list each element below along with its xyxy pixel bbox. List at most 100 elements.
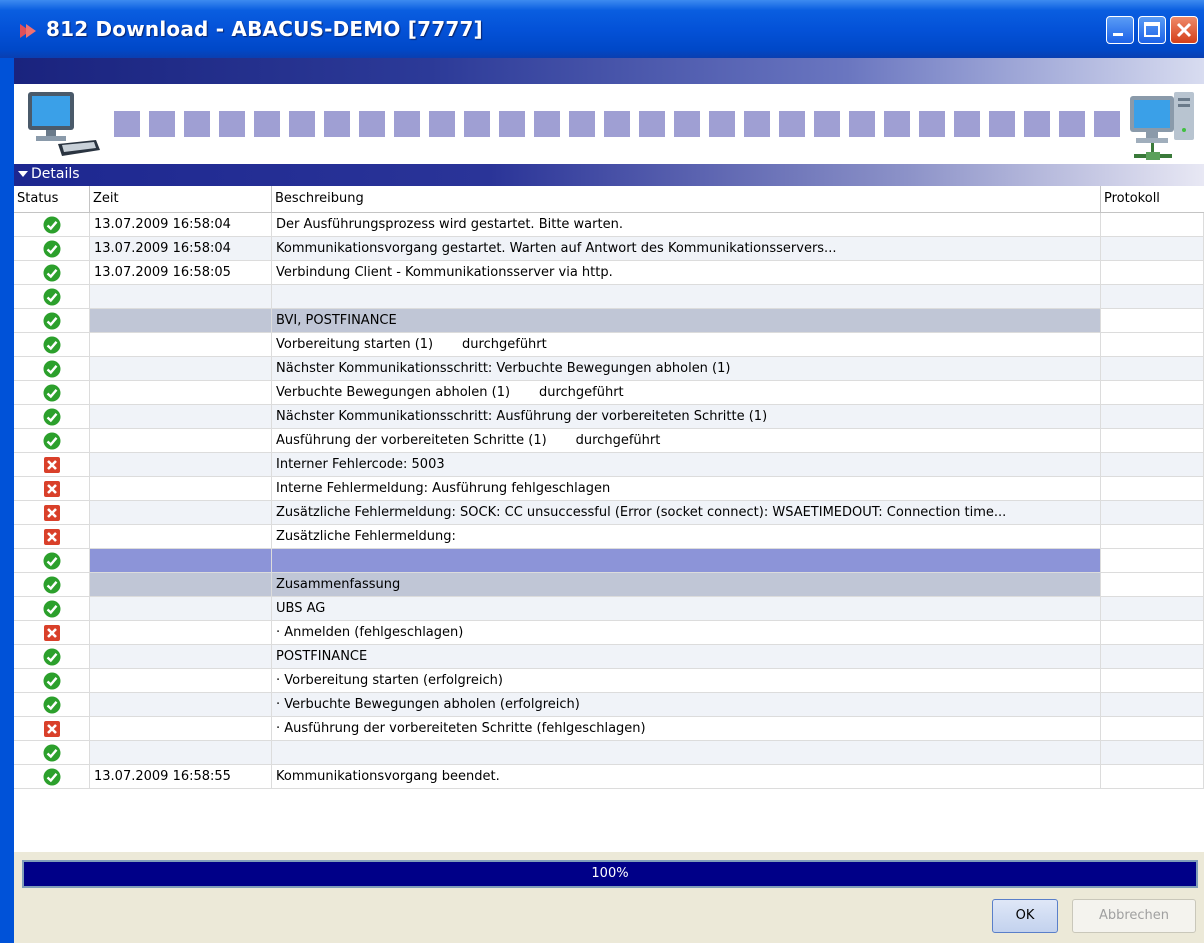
check-icon xyxy=(43,360,61,378)
table-header: Status Zeit Beschreibung Protokoll xyxy=(14,186,1204,213)
column-beschreibung[interactable]: Beschreibung xyxy=(272,186,1101,212)
error-icon xyxy=(44,457,60,473)
protocol-cell[interactable] xyxy=(1101,333,1204,357)
table-row[interactable]: Interner Fehlercode: 5003 xyxy=(14,453,1204,477)
column-protokoll[interactable]: Protokoll xyxy=(1101,186,1204,212)
protocol-cell[interactable] xyxy=(1101,669,1204,693)
time-cell xyxy=(90,525,272,549)
protocol-cell[interactable] xyxy=(1101,501,1204,525)
status-cell xyxy=(14,765,90,789)
minimize-button[interactable] xyxy=(1106,16,1134,44)
log-table[interactable]: Status Zeit Beschreibung Protokoll 13.07… xyxy=(14,186,1204,852)
check-icon xyxy=(43,336,61,354)
table-row[interactable]: 13.07.2009 16:58:04 Kommunikationsvorgang… xyxy=(14,237,1204,261)
protocol-cell[interactable] xyxy=(1101,549,1204,573)
protocol-cell[interactable] xyxy=(1101,213,1204,237)
time-cell xyxy=(90,285,272,309)
protocol-cell[interactable] xyxy=(1101,573,1204,597)
time-cell: 13.07.2009 16:58:04 xyxy=(90,213,272,237)
table-row[interactable]: Zusätzliche Fehlermeldung: xyxy=(14,525,1204,549)
protocol-cell[interactable] xyxy=(1101,477,1204,501)
protocol-cell[interactable] xyxy=(1101,309,1204,333)
description-cell: Nächster Kommunikationsschritt: Ausführu… xyxy=(272,405,1101,429)
table-row[interactable]: 13.07.2009 16:58:05 Verbindung Client - K… xyxy=(14,261,1204,285)
table-row[interactable]: Zusammenfassung xyxy=(14,573,1204,597)
time-cell xyxy=(90,717,272,741)
table-row[interactable] xyxy=(14,285,1204,309)
time-cell xyxy=(90,741,272,765)
window-title: 812 Download - ABACUS-DEMO [7777] xyxy=(46,17,483,41)
description-cell: Vorbereitung starten (1) durchgeführt xyxy=(272,333,1101,357)
table-row[interactable]: Nächster Kommunikationsschritt: Ausführu… xyxy=(14,405,1204,429)
details-expander[interactable]: Details xyxy=(14,164,1204,186)
table-row[interactable]: 13.07.2009 16:58:55 Kommunikationsvorgang… xyxy=(14,765,1204,789)
description-cell: POSTFINANCE xyxy=(272,645,1101,669)
table-row[interactable]: POSTFINANCE xyxy=(14,645,1204,669)
title-bar[interactable]: 812 Download - ABACUS-DEMO [7777] xyxy=(0,0,1204,58)
protocol-cell[interactable] xyxy=(1101,405,1204,429)
table-row[interactable] xyxy=(14,741,1204,765)
close-icon xyxy=(1176,22,1192,38)
table-row[interactable]: Verbuchte Bewegungen abholen (1) durchge… xyxy=(14,381,1204,405)
description-cell: · Vorbereitung starten (erfolgreich) xyxy=(272,669,1101,693)
protocol-cell[interactable] xyxy=(1101,261,1204,285)
protocol-cell[interactable] xyxy=(1101,645,1204,669)
time-cell: 13.07.2009 16:58:04 xyxy=(90,237,272,261)
check-icon xyxy=(43,408,61,426)
table-row[interactable]: Vorbereitung starten (1) durchgeführt xyxy=(14,333,1204,357)
status-cell xyxy=(14,645,90,669)
close-button[interactable] xyxy=(1170,16,1198,44)
description-cell: · Anmelden (fehlgeschlagen) xyxy=(272,621,1101,645)
table-row[interactable]: BVI, POSTFINANCE xyxy=(14,309,1204,333)
protocol-cell[interactable] xyxy=(1101,237,1204,261)
table-row[interactable]: 13.07.2009 16:58:04 Der Ausführungsprozes… xyxy=(14,213,1204,237)
table-row[interactable] xyxy=(14,549,1204,573)
table-row[interactable]: Nächster Kommunikationsschritt: Verbucht… xyxy=(14,357,1204,381)
table-row[interactable]: · Verbuchte Bewegungen abholen (erfolgre… xyxy=(14,693,1204,717)
description-cell xyxy=(272,741,1101,765)
status-cell xyxy=(14,213,90,237)
protocol-cell[interactable] xyxy=(1101,357,1204,381)
table-row[interactable]: Interne Fehlermeldung: Ausführung fehlge… xyxy=(14,477,1204,501)
column-zeit[interactable]: Zeit xyxy=(90,186,272,212)
protocol-cell[interactable] xyxy=(1101,741,1204,765)
protocol-cell[interactable] xyxy=(1101,717,1204,741)
protocol-cell[interactable] xyxy=(1101,765,1204,789)
table-row[interactable]: · Ausführung der vorbereiteten Schritte … xyxy=(14,717,1204,741)
time-cell xyxy=(90,405,272,429)
time-cell xyxy=(90,549,272,573)
time-cell xyxy=(90,573,272,597)
maximize-button[interactable] xyxy=(1138,16,1166,44)
protocol-cell[interactable] xyxy=(1101,381,1204,405)
time-cell xyxy=(90,381,272,405)
protocol-cell[interactable] xyxy=(1101,525,1204,549)
header-band xyxy=(14,58,1204,84)
error-icon xyxy=(44,625,60,641)
protocol-cell[interactable] xyxy=(1101,429,1204,453)
column-status[interactable]: Status xyxy=(14,186,90,212)
ok-button[interactable]: OK xyxy=(992,899,1058,933)
protocol-cell[interactable] xyxy=(1101,285,1204,309)
triangle-down-icon xyxy=(18,171,28,177)
description-cell: UBS AG xyxy=(272,597,1101,621)
table-row[interactable]: · Vorbereitung starten (erfolgreich) xyxy=(14,669,1204,693)
description-cell xyxy=(272,549,1101,573)
footer-area: 100% OK Abbrechen xyxy=(14,852,1204,943)
table-row[interactable]: UBS AG xyxy=(14,597,1204,621)
protocol-cell[interactable] xyxy=(1101,693,1204,717)
status-cell xyxy=(14,741,90,765)
error-icon xyxy=(44,505,60,521)
status-cell xyxy=(14,309,90,333)
protocol-cell[interactable] xyxy=(1101,621,1204,645)
table-row[interactable]: Ausführung der vorbereiteten Schritte (1… xyxy=(14,429,1204,453)
time-cell xyxy=(90,453,272,477)
table-row[interactable]: · Anmelden (fehlgeschlagen) xyxy=(14,621,1204,645)
description-cell: Verbuchte Bewegungen abholen (1) durchge… xyxy=(272,381,1101,405)
check-icon xyxy=(43,696,61,714)
protocol-cell[interactable] xyxy=(1101,597,1204,621)
protocol-cell[interactable] xyxy=(1101,453,1204,477)
status-cell xyxy=(14,453,90,477)
window-left-frame xyxy=(0,58,14,943)
table-row[interactable]: Zusätzliche Fehlermeldung: SOCK: CC unsu… xyxy=(14,501,1204,525)
cancel-button[interactable]: Abbrechen xyxy=(1072,899,1196,933)
